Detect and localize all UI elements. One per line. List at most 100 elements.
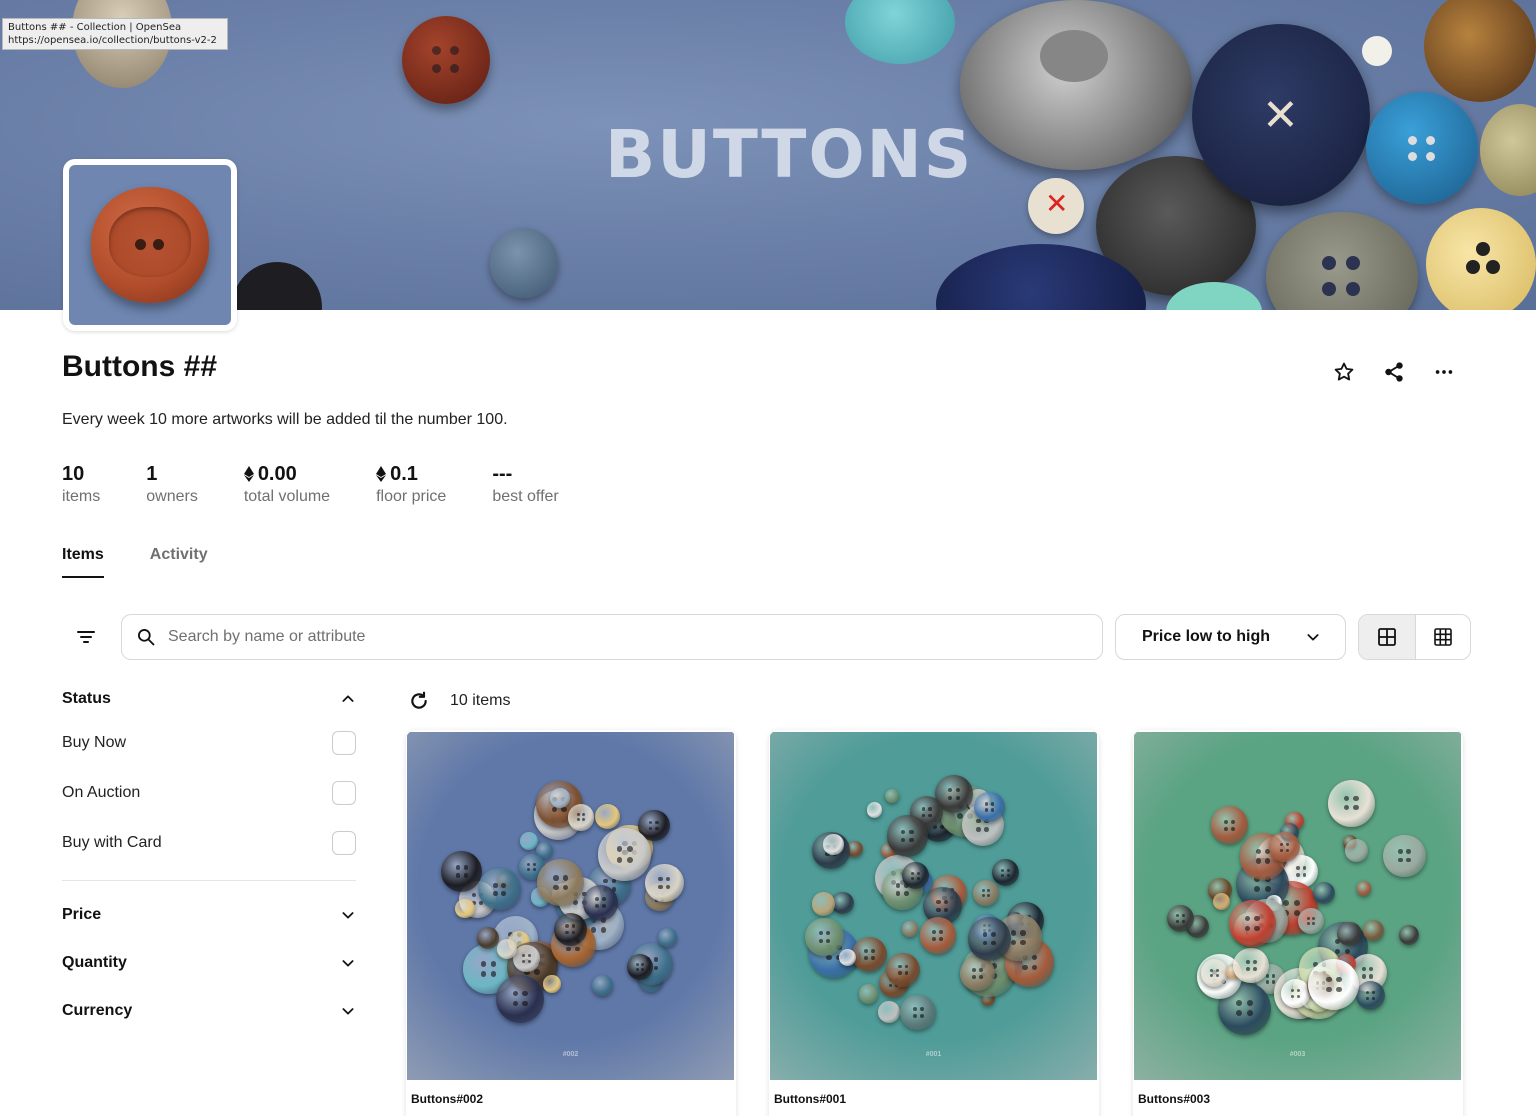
artwork-button-decoration xyxy=(1297,907,1324,934)
artwork-button-decoration xyxy=(886,952,921,987)
currency-section-header[interactable]: Currency xyxy=(62,987,356,1035)
large-grid-icon xyxy=(1377,628,1396,646)
filter-toggle-button[interactable] xyxy=(70,622,102,652)
refresh-button[interactable] xyxy=(406,688,432,714)
artwork-button-decoration xyxy=(972,879,1000,906)
artwork-button-decoration xyxy=(582,884,619,921)
artwork-button-decoration xyxy=(1280,978,1310,1008)
share-button[interactable] xyxy=(1380,360,1408,384)
artwork-button-decoration xyxy=(477,927,499,949)
nft-card-image: #002 xyxy=(407,732,734,1080)
artwork-button-decoration xyxy=(805,917,844,957)
status-option-buy-now[interactable]: Buy Now xyxy=(62,718,356,768)
ethereum-icon xyxy=(376,466,387,482)
artwork-button-decoration xyxy=(959,955,995,991)
tab-items[interactable]: Items xyxy=(62,546,104,578)
refresh-icon xyxy=(411,691,427,709)
sort-dropdown[interactable]: Price low to high xyxy=(1115,614,1346,660)
status-section-title: Status xyxy=(62,690,111,707)
artwork-button-decoration xyxy=(1212,892,1230,910)
artwork-button-decoration xyxy=(900,994,937,1031)
nft-card[interactable]: #002 Buttons#002 xyxy=(406,730,736,1116)
banner-decoration-button xyxy=(1266,212,1418,310)
status-option-on-auction[interactable]: On Auction xyxy=(62,768,356,818)
ethereum-icon xyxy=(243,466,254,482)
collection-tabs: Items Activity xyxy=(62,546,208,578)
more-horizontal-icon xyxy=(1435,370,1453,374)
artwork-button-decoration xyxy=(598,828,651,881)
buy-with-card-checkbox[interactable] xyxy=(332,831,356,855)
artwork-button-decoration xyxy=(454,898,475,919)
status-option-label: On Auction xyxy=(62,784,141,801)
quantity-section-header[interactable]: Quantity xyxy=(62,939,356,987)
artwork-button-decoration xyxy=(1363,920,1385,942)
artwork-button-decoration xyxy=(513,945,540,972)
artwork-button-decoration xyxy=(1399,924,1420,945)
artwork-button-decoration xyxy=(1308,958,1360,1011)
nft-card-name: Buttons#003 xyxy=(1138,1092,1211,1106)
artwork-number-mark: #002 xyxy=(562,1051,579,1058)
banner-decoration-button xyxy=(1480,104,1536,196)
artwork-button-decoration xyxy=(919,917,957,954)
artwork-button-decoration xyxy=(967,916,1012,961)
banner-decoration-button xyxy=(1362,36,1392,66)
more-button[interactable] xyxy=(1430,360,1458,384)
artwork-button-decoration xyxy=(866,802,883,819)
nft-card-image: #003 xyxy=(1134,732,1461,1080)
small-grid-view-button[interactable] xyxy=(1414,615,1471,659)
quantity-section-title: Quantity xyxy=(62,954,127,971)
artwork-button-decoration xyxy=(550,788,570,808)
status-option-label: Buy with Card xyxy=(62,834,162,851)
on-auction-checkbox[interactable] xyxy=(332,781,356,805)
stat-value: 1 xyxy=(146,462,158,485)
artwork-button-decoration xyxy=(657,928,677,948)
artwork-button-decoration xyxy=(591,975,613,997)
nft-card-image: #001 xyxy=(770,732,1097,1080)
banner-decoration-button xyxy=(1366,92,1478,204)
banner-decoration-button xyxy=(1426,208,1536,310)
chevron-down-icon xyxy=(342,912,354,919)
large-grid-view-button[interactable] xyxy=(1359,615,1415,659)
sidebar-divider xyxy=(62,880,356,881)
status-option-label: Buy Now xyxy=(62,734,127,751)
artwork-button-decoration xyxy=(901,862,929,890)
stat-label: floor price xyxy=(376,488,447,505)
artwork-button-decoration xyxy=(811,891,836,916)
search-input[interactable] xyxy=(168,628,1068,646)
stat-value: --- xyxy=(492,462,513,485)
banner-decoration-button xyxy=(845,0,955,64)
banner-title: BUTTONS xyxy=(605,116,974,193)
artwork-button-decoration xyxy=(645,863,684,903)
stat-value: 10 xyxy=(62,462,85,485)
artwork-button-decoration xyxy=(1210,806,1249,845)
stat-label: best offer xyxy=(492,488,559,505)
star-icon xyxy=(1334,362,1354,381)
currency-section-title: Currency xyxy=(62,1002,133,1019)
artwork-button-decoration xyxy=(1327,779,1375,827)
nft-card[interactable]: #001 Buttons#001 xyxy=(769,730,1099,1116)
price-section-header[interactable]: Price xyxy=(62,891,356,939)
collection-actions xyxy=(1330,360,1458,384)
collection-description: Every week 10 more artworks will be adde… xyxy=(62,411,508,428)
nft-card-name: Buttons#002 xyxy=(411,1092,484,1106)
collection-avatar xyxy=(63,159,237,331)
favorite-button[interactable] xyxy=(1330,360,1358,384)
status-option-buy-with-card[interactable]: Buy with Card xyxy=(62,818,356,868)
status-section-header[interactable]: Status xyxy=(62,680,356,718)
nft-card-name: Buttons#001 xyxy=(774,1092,847,1106)
tab-activity[interactable]: Activity xyxy=(150,546,208,578)
stat-label: owners xyxy=(146,488,198,505)
artwork-button-decoration xyxy=(991,859,1019,887)
artwork-button-decoration xyxy=(878,1001,901,1023)
chevron-up-icon xyxy=(342,695,354,702)
nft-card[interactable]: #003 Buttons#003 xyxy=(1133,730,1463,1116)
filter-sidebar: Status Buy Now On Auction Buy with Card … xyxy=(62,680,356,1035)
tooltip-url: https://opensea.io/collection/buttons-v2… xyxy=(8,35,217,46)
browser-tooltip: Buttons ## - Collection | OpenSea https:… xyxy=(2,18,228,50)
share-icon xyxy=(1385,362,1403,382)
stat-value: 0.00 xyxy=(257,462,297,485)
artwork-button-decoration xyxy=(496,974,545,1023)
buy-now-checkbox[interactable] xyxy=(332,731,356,755)
banner-decoration-button xyxy=(1424,0,1536,102)
artwork-button-decoration xyxy=(884,789,899,804)
